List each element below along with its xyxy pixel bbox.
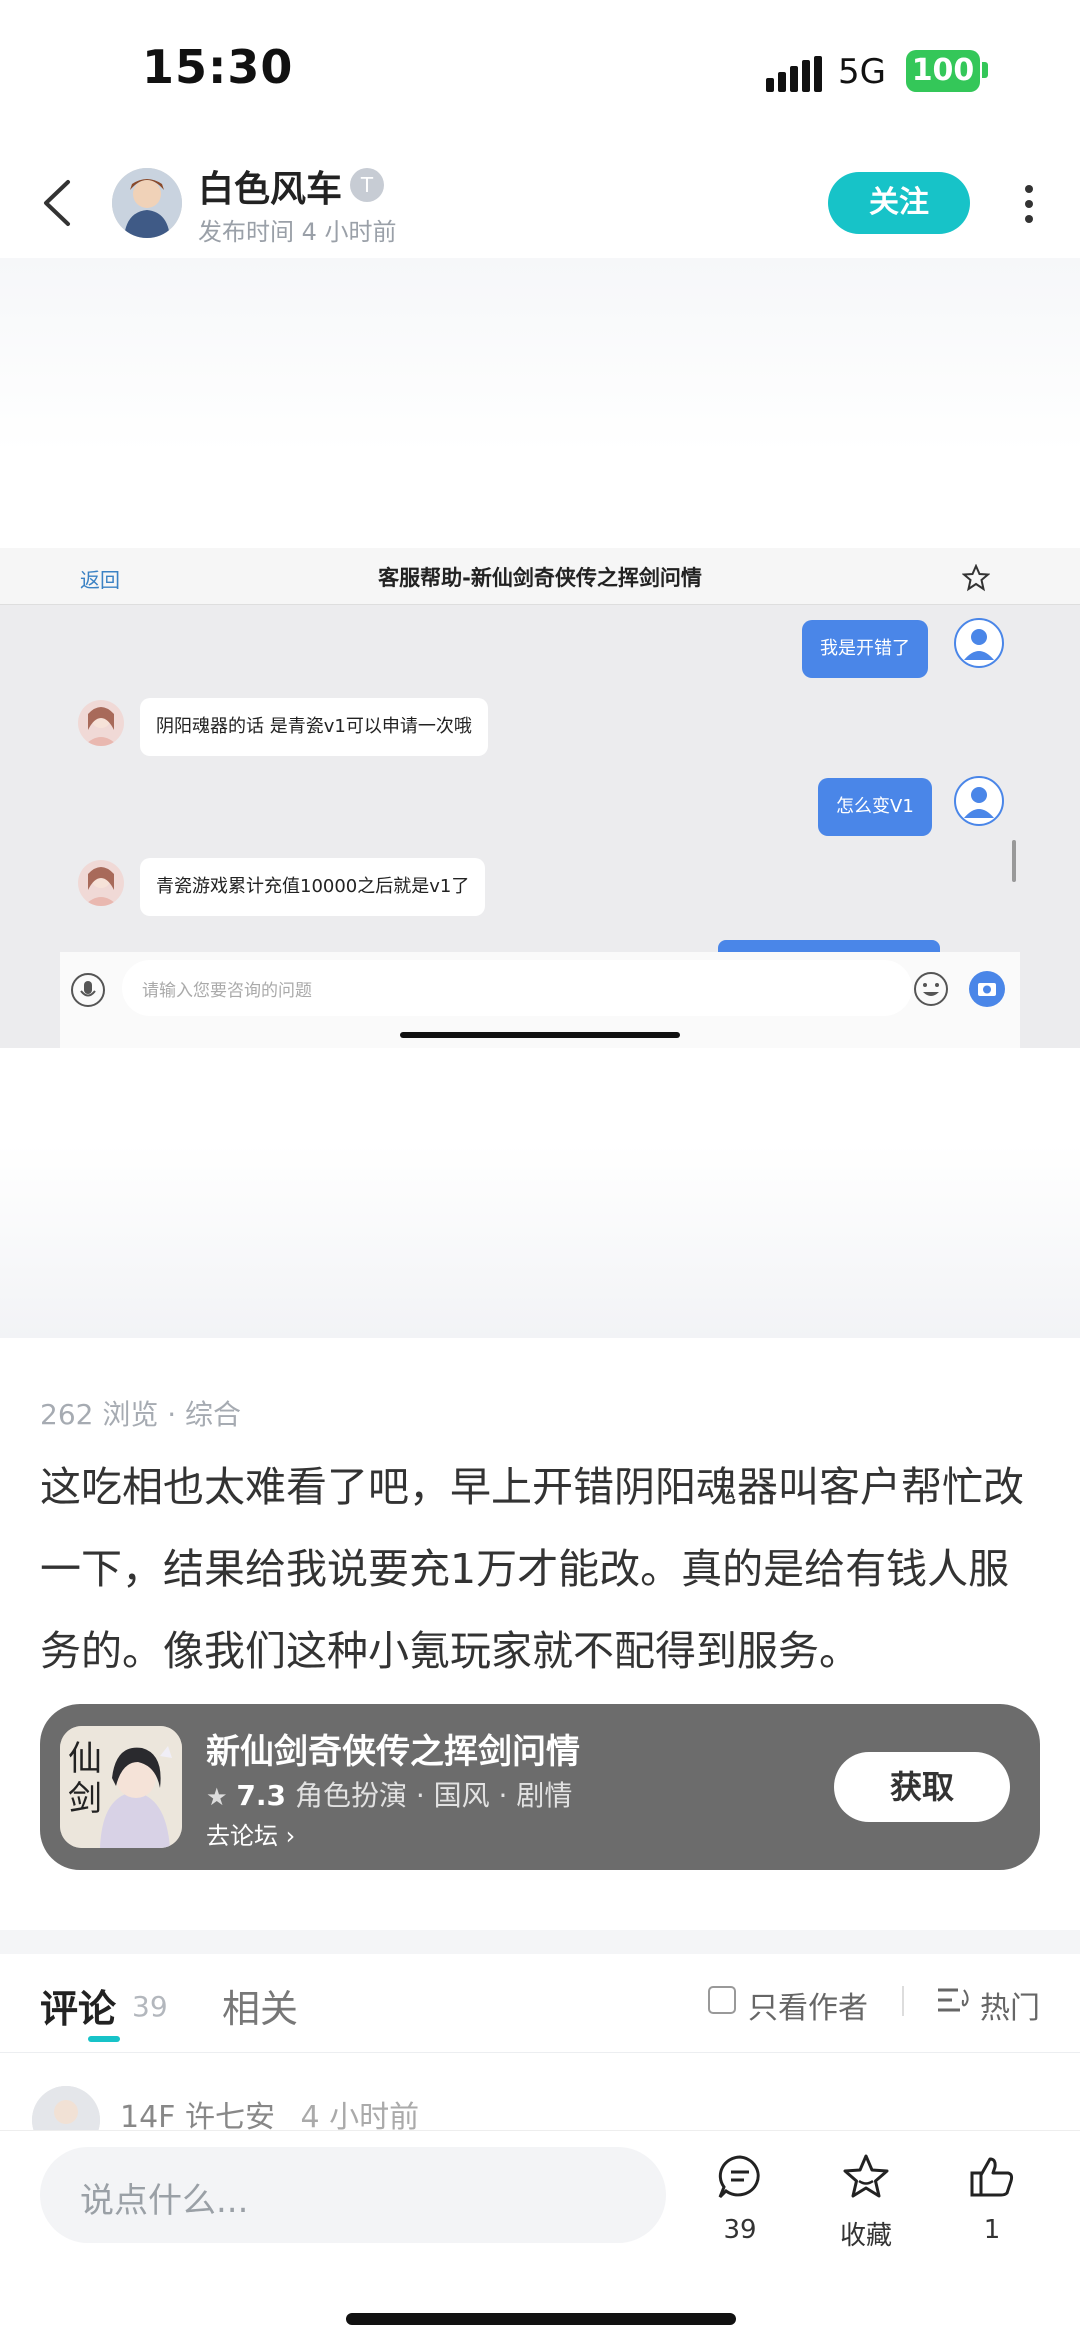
network-type: 5G — [838, 52, 886, 92]
scrollbar — [1012, 840, 1016, 882]
screenshot-input-placeholder: 请输入您要咨询的问题 — [142, 981, 312, 1001]
screenshot-image[interactable]: 返回 客服帮助-新仙剑奇侠传之挥剑问情 我是开错了 阴阳魂器的话 是青瓷v1可以… — [0, 548, 1080, 1048]
tab-comments[interactable]: 评论 — [40, 1978, 116, 2033]
agent-avatar-icon — [78, 700, 124, 746]
game-card[interactable]: 仙 剑 新仙剑奇侠传之挥剑问情 ★ 7.3 角色扮演 · 国风 · 剧情 去论坛… — [40, 1704, 1040, 1870]
rating-star-icon: ★ — [206, 1783, 228, 1811]
svg-text:剑: 剑 — [68, 1779, 102, 1819]
user-avatar-icon — [954, 618, 1004, 668]
game-forum-label: 去论坛 — [206, 1822, 278, 1850]
star-icon — [962, 564, 990, 592]
camera-icon — [969, 971, 1005, 1007]
chat-bubble-user: 我是开错了 — [802, 620, 928, 678]
favorite-label: 收藏 — [839, 2221, 892, 2251]
battery-indicator: 100 — [906, 50, 980, 92]
author-avatar[interactable] — [112, 168, 182, 238]
microphone-icon — [71, 973, 105, 1007]
chat-bubble-agent: 青瓷游戏累计充值10000之后就是v1了 — [140, 858, 486, 916]
tab-active-indicator — [88, 2036, 120, 2042]
level-badge: T — [350, 168, 384, 202]
screenshot-title: 客服帮助-新仙剑奇侠传之挥剑问情 — [378, 566, 702, 590]
sort-hot-button[interactable]: 热门 — [980, 1983, 1040, 2027]
user-avatar-icon — [954, 776, 1004, 826]
like-count: 1 — [983, 2215, 1001, 2245]
get-button[interactable]: 获取 — [834, 1752, 1010, 1822]
section-divider — [0, 1930, 1080, 1954]
favorite-icon[interactable] — [842, 2153, 890, 2201]
screenshot-header: 返回 客服帮助-新仙剑奇侠传之挥剑问情 — [0, 548, 1080, 605]
more-icon[interactable] — [1024, 184, 1034, 224]
bottom-bar: 说点什么... 39 收藏 1 — [0, 2130, 1080, 2342]
chevron-right-icon: › — [285, 1822, 296, 1850]
comment-input[interactable]: 说点什么... — [40, 2147, 666, 2243]
post-time: 发布时间 4 小时前 — [198, 218, 397, 246]
follow-button[interactable]: 关注 — [828, 172, 970, 234]
sort-icon — [938, 1988, 969, 2012]
comment-icon[interactable] — [716, 2153, 764, 2201]
chat-bubble-user: 怎么变V1 — [818, 778, 932, 836]
tab-related[interactable]: 相关 — [222, 1978, 298, 2033]
comment-count: 39 — [723, 2215, 757, 2245]
tabs-bottom-line — [0, 2052, 1080, 2053]
home-indicator — [346, 2313, 736, 2325]
game-forum-link[interactable]: 去论坛 › — [206, 1816, 295, 1851]
game-title: 新仙剑奇侠传之挥剑问情 — [206, 1732, 580, 1772]
game-icon: 仙 剑 — [60, 1726, 182, 1848]
tabs-separator — [902, 1986, 904, 2016]
chat-bubble-agent: 阴阳魂器的话 是青瓷v1可以申请一次哦 — [140, 698, 488, 756]
tab-comments-count: 39 — [132, 1990, 168, 2023]
screenshot-home-indicator — [400, 1032, 680, 1038]
svg-text:仙: 仙 — [68, 1739, 102, 1779]
signal-icon — [766, 56, 822, 92]
comment-input-placeholder: 说点什么... — [80, 2181, 249, 2221]
game-meta: ★ 7.3 角色扮演 · 国风 · 剧情 — [206, 1774, 572, 1814]
like-icon[interactable] — [968, 2153, 1016, 2201]
post-body: 这吃相也太难看了吧，早上开错阴阳魂器叫客户帮忙改一下，结果给我说要充1万才能改。… — [40, 1463, 1024, 1675]
game-tags: 角色扮演 · 国风 · 剧情 — [294, 1779, 573, 1812]
post-meta: 262 浏览 · 综合 — [40, 1398, 242, 1431]
game-rating: 7.3 — [236, 1779, 287, 1812]
author-only-label[interactable]: 只看作者 — [748, 1983, 868, 2027]
status-time: 15:30 — [142, 40, 294, 94]
battery-tip — [982, 62, 988, 78]
back-icon[interactable] — [38, 178, 78, 228]
agent-avatar-icon — [78, 860, 124, 906]
author-only-checkbox[interactable] — [708, 1986, 736, 2014]
author-name[interactable]: 白色风车 — [198, 160, 342, 212]
emoji-icon — [914, 972, 948, 1006]
